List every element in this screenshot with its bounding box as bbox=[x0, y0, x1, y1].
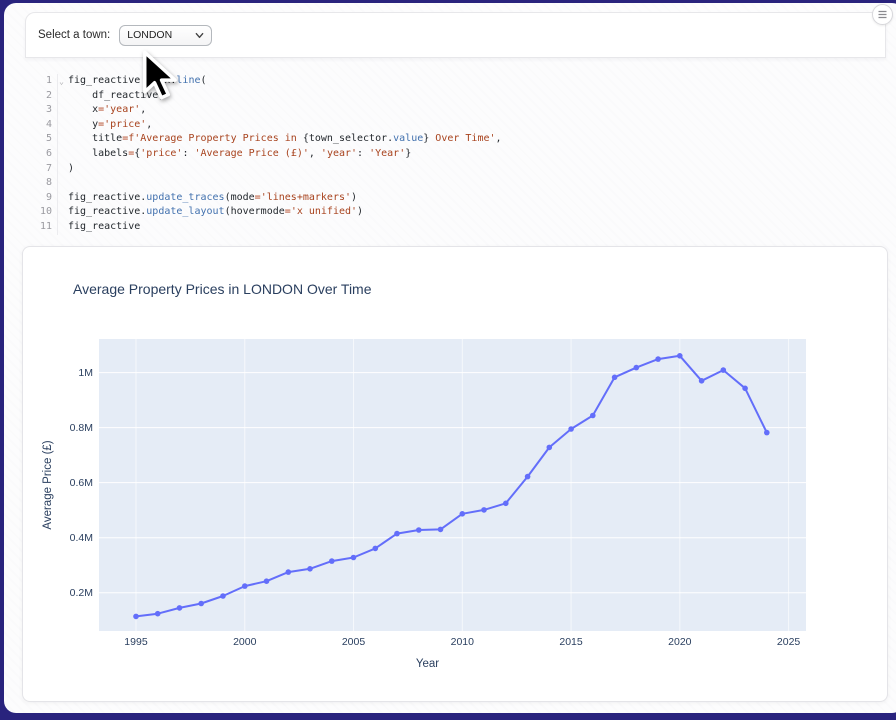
app-window: Select a town: LONDON 1⌄fig_reactive = p… bbox=[4, 3, 896, 713]
widget-cell: Select a town: LONDON bbox=[25, 12, 886, 58]
code-line[interactable]: 2 df_reactive, bbox=[25, 89, 886, 104]
code-line-text: df_reactive, bbox=[57, 89, 164, 104]
data-point-marker[interactable] bbox=[416, 527, 422, 533]
line-number: 9 bbox=[25, 191, 57, 206]
code-line-text: x='year', bbox=[57, 103, 146, 118]
data-point-marker[interactable] bbox=[155, 611, 161, 617]
line-number: 2 bbox=[25, 89, 57, 104]
chart-output-card: 0.2M 0.4M 0.6M 0.8M 1M 1995 2000 2005 2010 2015 20… bbox=[22, 246, 888, 702]
data-point-marker[interactable] bbox=[329, 558, 335, 564]
code-line[interactable]: 9fig_reactive.update_traces(mode='lines+… bbox=[25, 191, 886, 206]
y-tick-label: 0.6M bbox=[70, 477, 93, 489]
plotly-line-chart[interactable]: 0.2M 0.4M 0.6M 0.8M 1M 1995 2000 2005 2010 2015 20… bbox=[23, 247, 887, 701]
data-point-marker[interactable] bbox=[198, 601, 204, 607]
code-line[interactable]: 10fig_reactive.update_layout(hovermode='… bbox=[25, 205, 886, 220]
y-tick-label: 0.8M bbox=[70, 422, 93, 434]
x-tick-label: 2020 bbox=[668, 636, 692, 648]
line-number: 4 bbox=[25, 118, 57, 133]
code-line[interactable]: 3 x='year', bbox=[25, 103, 886, 118]
y-tick-label: 0.2M bbox=[70, 587, 93, 599]
code-line[interactable]: 5 title=f'Average Property Prices in {to… bbox=[25, 132, 886, 147]
data-point-marker[interactable] bbox=[634, 365, 640, 371]
data-point-marker[interactable] bbox=[438, 527, 444, 533]
town-dropdown[interactable]: LONDON bbox=[119, 25, 212, 46]
code-line-text: fig_reactive.update_layout(hovermode='x … bbox=[57, 205, 363, 220]
x-tick-label: 2015 bbox=[559, 636, 583, 648]
data-point-marker[interactable] bbox=[177, 605, 183, 611]
line-number: 3 bbox=[25, 103, 57, 118]
line-number: 5 bbox=[25, 132, 57, 147]
chevron-down-icon bbox=[195, 31, 204, 40]
hamburger-icon bbox=[878, 10, 887, 19]
town-dropdown-value: LONDON bbox=[127, 29, 172, 41]
x-tick-label: 2000 bbox=[233, 636, 257, 648]
code-line[interactable]: 7) bbox=[25, 162, 886, 177]
x-tick-label: 2005 bbox=[342, 636, 366, 648]
code-line-text: title=f'Average Property Prices in {town… bbox=[57, 132, 502, 147]
code-line[interactable]: 4 y='price', bbox=[25, 118, 886, 133]
line-number: 7 bbox=[25, 162, 57, 177]
y-tick-label: 1M bbox=[78, 367, 93, 379]
code-line[interactable]: 1⌄fig_reactive = px.line( bbox=[25, 74, 886, 89]
line-number: 11 bbox=[25, 220, 57, 235]
data-point-marker[interactable] bbox=[307, 566, 313, 572]
y-axis-title: Average Price (£) bbox=[42, 440, 54, 529]
chart-title: Average Property Prices in LONDON Over T… bbox=[73, 281, 372, 297]
data-point-marker[interactable] bbox=[547, 445, 553, 451]
line-number: 6 bbox=[25, 147, 57, 162]
data-point-marker[interactable] bbox=[394, 531, 400, 537]
data-point-marker[interactable] bbox=[568, 426, 574, 432]
line-number: 10 bbox=[25, 205, 57, 220]
data-point-marker[interactable] bbox=[481, 507, 487, 513]
code-editor[interactable]: 1⌄fig_reactive = px.line(2 df_reactive,3… bbox=[25, 74, 886, 235]
code-line-text bbox=[57, 176, 68, 191]
line-number: 8 bbox=[25, 176, 57, 191]
data-point-marker[interactable] bbox=[286, 569, 292, 575]
code-line[interactable]: 8 bbox=[25, 176, 886, 191]
data-point-marker[interactable] bbox=[373, 546, 379, 552]
line-number: 1⌄ bbox=[25, 74, 57, 89]
code-line-text: labels={'price': 'Average Price (£)', 'y… bbox=[57, 147, 411, 162]
x-tick-label: 2025 bbox=[777, 636, 801, 648]
x-tick-label: 1995 bbox=[124, 636, 148, 648]
data-point-marker[interactable] bbox=[742, 386, 748, 392]
x-axis-title: Year bbox=[416, 658, 439, 670]
data-point-marker[interactable] bbox=[655, 356, 661, 362]
data-point-marker[interactable] bbox=[264, 578, 270, 584]
data-point-marker[interactable] bbox=[242, 583, 248, 589]
data-point-marker[interactable] bbox=[590, 413, 596, 419]
data-point-marker[interactable] bbox=[525, 474, 531, 480]
data-point-marker[interactable] bbox=[220, 593, 226, 599]
data-point-marker[interactable] bbox=[699, 378, 705, 384]
code-line-text: ) bbox=[57, 162, 74, 177]
data-point-marker[interactable] bbox=[351, 555, 357, 561]
town-select-label: Select a town: bbox=[38, 29, 110, 41]
code-line-text: fig_reactive.update_traces(mode='lines+m… bbox=[57, 191, 357, 206]
code-line[interactable]: 6 labels={'price': 'Average Price (£)', … bbox=[25, 147, 886, 162]
data-point-marker[interactable] bbox=[503, 501, 509, 507]
x-tick-label: 2010 bbox=[451, 636, 475, 648]
code-line-text: y='price', bbox=[57, 118, 152, 133]
data-point-marker[interactable] bbox=[612, 375, 618, 381]
data-point-marker[interactable] bbox=[764, 430, 770, 436]
data-point-marker[interactable] bbox=[133, 614, 139, 620]
code-line-text: fig_reactive bbox=[57, 220, 140, 235]
fold-chevron-icon[interactable]: ⌄ bbox=[59, 75, 64, 90]
code-line[interactable]: 11fig_reactive bbox=[25, 220, 886, 235]
cell-menu-button[interactable] bbox=[872, 4, 893, 25]
data-point-marker[interactable] bbox=[460, 511, 466, 517]
data-point-marker[interactable] bbox=[677, 353, 683, 359]
data-point-marker[interactable] bbox=[721, 367, 727, 373]
code-line-text: fig_reactive = px.line( bbox=[57, 74, 207, 89]
y-tick-label: 0.4M bbox=[70, 532, 93, 544]
